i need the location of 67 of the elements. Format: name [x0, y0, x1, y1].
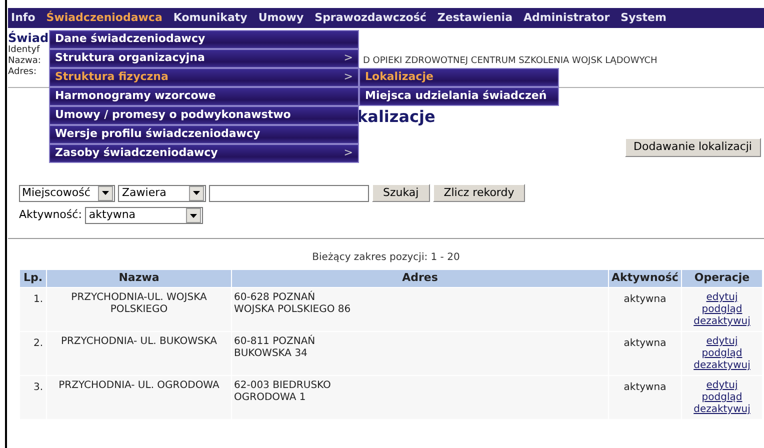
dropdown-arrow-button[interactable] — [186, 208, 201, 223]
provider-name: D OPIEKI ZDROWOTNEJ CENTRUM SZKOLENIA WOJSK LĄDOWYCH — [363, 56, 658, 67]
action-link[interactable]: edytuj — [706, 336, 738, 347]
menu-bar-item[interactable]: Administrator — [524, 10, 610, 26]
menu-bar-item[interactable]: Świadczeniodawca — [46, 10, 162, 26]
table-cell: PRZYCHODNIA- UL. BUKOWSKA — [47, 332, 231, 375]
table-cell: aktywna — [609, 288, 681, 331]
table-cell: aktywna — [609, 332, 681, 375]
action-link[interactable]: dezaktywuj — [694, 360, 750, 371]
field-label: Identyf — [8, 45, 41, 56]
dropdown-item[interactable]: Wersje profilu świadczeniodawcy — [49, 125, 359, 144]
menu-bar-item[interactable]: Zestawienia — [437, 10, 513, 26]
menu-bar-item[interactable]: System — [620, 10, 666, 26]
activity-label: Aktywność: — [19, 207, 82, 224]
table-cell: 60-628 POZNAŃ WOJSKA POLSKIEGO 86 — [232, 288, 608, 331]
table-cell: 62-003 BIEDRUSKO OGRODOWA 1 — [232, 376, 608, 419]
range-text: Bieżący zakres pozycji: 1 - 20 — [312, 251, 460, 265]
table-cell: 60-811 POZNAŃ BUKOWSKA 34 — [232, 332, 608, 375]
dropdown-item[interactable]: Zasoby świadczeniodawcy > — [49, 144, 359, 163]
action-link[interactable]: dezaktywuj — [694, 316, 750, 327]
submenu-item[interactable]: Lokalizacje — [359, 68, 559, 87]
search-field[interactable] — [209, 184, 369, 202]
provider-title: Świad — [8, 31, 49, 45]
field-select[interactable]: Miejscowość — [19, 184, 115, 202]
menu-bar-item[interactable]: Sprawozdawczość — [314, 10, 426, 26]
column-header: Nazwa — [47, 270, 231, 287]
column-header: Aktywność — [609, 270, 681, 287]
submenu-arrow: > — [344, 50, 353, 66]
action-link[interactable]: dezaktywuj — [694, 404, 750, 415]
page-heading: kalizacje — [357, 107, 436, 126]
column-header: Adres — [232, 270, 608, 287]
table-cell: 3. — [20, 376, 46, 419]
table-cell: 2. — [20, 332, 46, 375]
submenu-item[interactable]: Miejsca udzielania świadczeń — [359, 87, 559, 106]
submenu-arrow: > — [344, 69, 353, 86]
action-link[interactable]: podgląd — [702, 348, 742, 359]
count-records-button[interactable]: Zlicz rekordy — [432, 184, 526, 202]
dropdown-item[interactable]: Dane świadczeniodawcy — [49, 30, 359, 49]
dropdown-item[interactable]: Harmonogramy wzorcowe — [49, 87, 359, 106]
column-header: Lp. — [20, 270, 46, 287]
dropdown-arrow-button[interactable] — [189, 186, 204, 200]
action-link[interactable]: podgląd — [702, 392, 742, 403]
table-cell: PRZYCHODNIA- UL. OGRODOWA — [47, 376, 231, 419]
table-cell: 1. — [20, 288, 46, 331]
menu-bar-item[interactable]: Info — [11, 10, 36, 26]
action-link[interactable]: podgląd — [702, 304, 742, 315]
operator-select[interactable]: Zawiera — [118, 184, 206, 202]
field-label: Nazwa: — [8, 56, 42, 67]
field-label: Adres: — [8, 67, 38, 78]
table-cell: aktywna — [609, 376, 681, 419]
search-button[interactable]: Szukaj — [372, 184, 430, 202]
action-link[interactable]: edytuj — [706, 380, 738, 391]
caret-icon — [193, 191, 200, 195]
menu-bar-item[interactable]: Umowy — [258, 10, 304, 26]
table-cell: PRZYCHODNIA-UL. WOJSKA POLSKIEGO — [47, 288, 231, 331]
dropdown-arrow-button[interactable] — [98, 186, 113, 200]
add-location-button[interactable]: Dodawanie lokalizacji — [624, 138, 761, 157]
dropdown-item[interactable]: Struktura organizacyjna > — [49, 49, 359, 68]
activity-select[interactable]: aktywna — [84, 207, 203, 224]
caret-icon — [190, 214, 197, 218]
dropdown-item[interactable]: Umowy / promesy o podwykonawstwo — [49, 106, 359, 125]
column-header: Operacje — [682, 270, 762, 287]
caret-icon — [102, 191, 109, 195]
submenu-arrow: > — [344, 145, 353, 162]
dropdown-item[interactable]: Struktura fizyczna > — [49, 68, 359, 87]
menu-bar-item[interactable]: Komunikaty — [173, 10, 248, 26]
action-link[interactable]: edytuj — [706, 292, 738, 303]
